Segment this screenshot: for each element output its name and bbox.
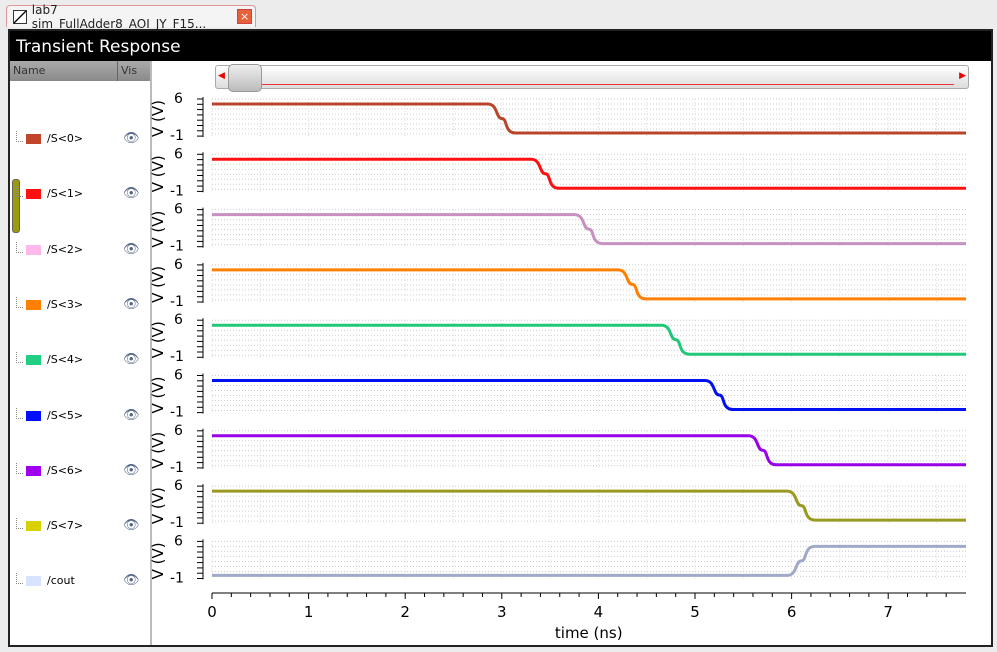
y-tick-label: 6	[174, 312, 183, 328]
y-axis-label: V (V)	[149, 321, 167, 358]
y-tick-label: 6	[174, 423, 183, 439]
y-axis-label: V (V)	[149, 266, 167, 303]
y-tick-label: 6	[174, 146, 183, 162]
waveform-line[interactable]	[212, 544, 966, 577]
y-axis-label: V (V)	[149, 377, 167, 414]
y-tick-label: 6	[174, 478, 183, 494]
y-axis-label: V (V)	[149, 432, 167, 469]
x-tick-label: 0	[207, 603, 217, 621]
y-axis-label: V (V)	[149, 487, 167, 524]
y-axis-label: V (V)	[149, 100, 167, 137]
x-axis-label: time (ns)	[555, 624, 623, 642]
y-tick-label: 6	[174, 533, 183, 549]
signal-trace-panel: V (V) 6 -1	[149, 423, 966, 476]
y-tick-label: 6	[174, 368, 183, 384]
waveform-line[interactable]	[212, 102, 966, 135]
y-tick-label: -1	[170, 294, 184, 310]
y-tick-label: -1	[170, 405, 184, 421]
waveform-line[interactable]	[212, 213, 966, 246]
y-tick-label: 6	[174, 257, 183, 273]
x-tick-label: 6	[787, 603, 797, 621]
y-tick-label: -1	[170, 460, 184, 476]
y-tick-label: -1	[170, 570, 184, 586]
waveform-line[interactable]	[212, 157, 966, 190]
signal-trace-panel: V (V) 6 -1	[149, 478, 966, 531]
y-axis-label: V (V)	[149, 155, 167, 192]
signal-trace-panel: V (V) 6 -1	[149, 312, 966, 365]
x-tick-label: 4	[594, 603, 604, 621]
waveform-line[interactable]	[212, 268, 966, 301]
signal-trace-panel: V (V) 6 -1	[149, 368, 966, 421]
x-tick-label: 1	[304, 603, 314, 621]
waveform-line[interactable]	[212, 489, 966, 522]
signal-trace-panel: V (V) 6 -1	[149, 91, 966, 144]
y-tick-label: -1	[170, 239, 184, 255]
y-tick-label: -1	[170, 349, 184, 365]
y-tick-label: -1	[170, 515, 184, 531]
waveform-line[interactable]	[212, 323, 966, 356]
waveform-line[interactable]	[212, 379, 966, 411]
y-axis-label: V (V)	[149, 211, 167, 248]
waveform-plot: V (V)6-1V (V)6-1V (V)6-1V (V)6-1V (V)6-1…	[149, 91, 966, 642]
signal-trace-panel: V (V) 6 -1	[149, 146, 966, 199]
y-tick-label: 6	[174, 91, 183, 107]
y-tick-label: -1	[170, 128, 184, 144]
waveform-line[interactable]	[212, 434, 966, 467]
x-tick-label: 5	[690, 603, 700, 621]
signal-trace-panel: V (V) 6 -1	[149, 257, 966, 310]
x-tick-label: 7	[883, 603, 893, 621]
x-tick-label: 3	[497, 603, 507, 621]
x-tick-label: 2	[400, 603, 410, 621]
signal-trace-panel: V (V) 6 -1	[149, 533, 966, 586]
y-tick-label: -1	[170, 183, 184, 199]
y-axis-label: V (V)	[149, 542, 167, 579]
signal-trace-panel: V (V) 6 -1	[149, 202, 966, 255]
y-tick-label: 6	[174, 202, 183, 218]
